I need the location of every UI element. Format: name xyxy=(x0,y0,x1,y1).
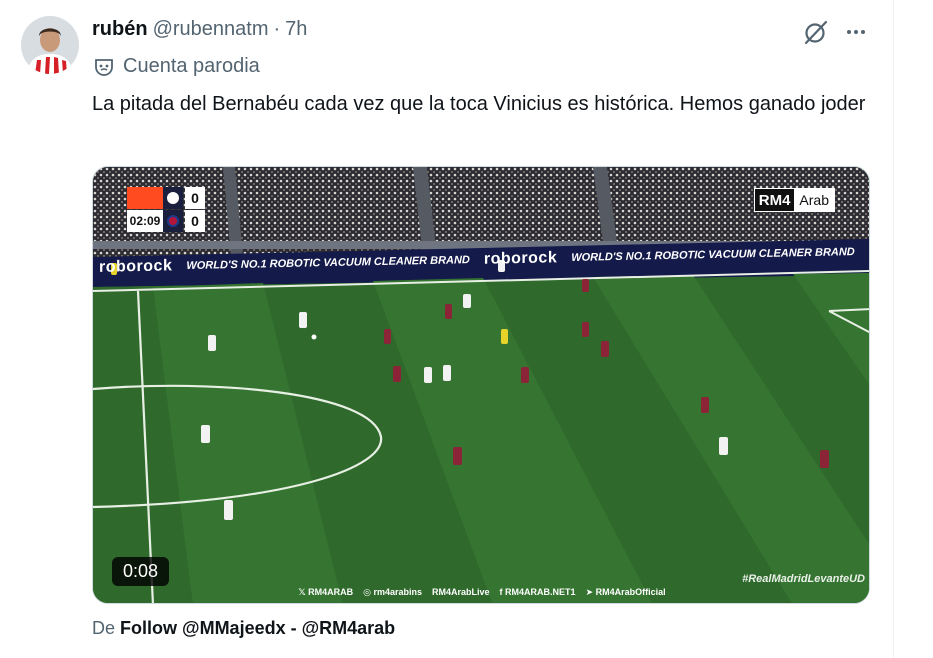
source-attribution: De Follow @MMajeedx - @RM4arab xyxy=(92,618,395,639)
ad-slogan: WORLD'S NO.1 ROBOTIC VACUUM CLEANER BRAN… xyxy=(186,254,470,273)
more-dots-icon[interactable] xyxy=(843,19,869,45)
match-clock: 02:09 xyxy=(127,210,163,232)
broadcaster-logo: RM4 Arab xyxy=(753,188,835,212)
source-link[interactable]: Follow @MMajeedx - @RM4arab xyxy=(120,618,395,638)
home-score: 0 xyxy=(185,187,205,209)
social-instagram: ◎ rm4arabins xyxy=(363,587,423,597)
social-telegram: ➤ RM4ArabOfficial xyxy=(585,587,666,597)
social-facebook: f RM4ARAB.NET1 xyxy=(499,587,576,597)
user-handle[interactable]: @rubennatm xyxy=(153,18,269,41)
tweet-header: rubén @rubennatm · 7h xyxy=(92,18,307,41)
scoreboard: 0 02:09 0 xyxy=(127,187,217,233)
laliga-logo-icon xyxy=(127,187,163,209)
parody-text: Cuenta parodia xyxy=(123,55,260,77)
video-hashtag: #RealMadridLevanteUD xyxy=(742,573,865,585)
ad-slogan-repeat: WORLD'S NO.1 ROBOTIC VACUUM CLEANER BRAN… xyxy=(571,246,855,264)
avatar[interactable] xyxy=(21,16,79,74)
away-score: 0 xyxy=(185,210,205,232)
source-prefix: De xyxy=(92,618,116,638)
display-name[interactable]: rubén xyxy=(92,18,148,41)
tweet-text: La pitada del Bernabéu cada vez que la t… xyxy=(92,93,866,115)
levante-crest-icon xyxy=(163,210,183,232)
video-duration: 0:08 xyxy=(112,557,170,586)
social-x: 𝕏 RM4ARAB xyxy=(298,587,354,597)
mask-icon xyxy=(95,58,113,76)
timestamp[interactable]: 7h xyxy=(285,18,307,41)
ad-logo: roborock xyxy=(99,257,173,276)
real-madrid-crest-icon xyxy=(163,187,183,209)
grok-slash-icon[interactable] xyxy=(801,17,831,47)
column-divider xyxy=(893,0,894,658)
parody-label: Cuenta parodia xyxy=(93,55,260,78)
brand-main: RM4 xyxy=(754,189,795,211)
separator: · xyxy=(273,18,281,40)
video-player[interactable]: 0 02:09 0 RM4 Arab roborock WORLD'S NO.1… xyxy=(92,166,870,604)
ad-logo-repeat: roborock xyxy=(483,249,558,268)
brand-sub: Arab xyxy=(794,189,834,211)
social-snapchat: RM4ArabLive xyxy=(432,587,490,597)
social-handles: 𝕏 RM4ARAB ◎ rm4arabins RM4ArabLive f RM4… xyxy=(93,587,869,598)
